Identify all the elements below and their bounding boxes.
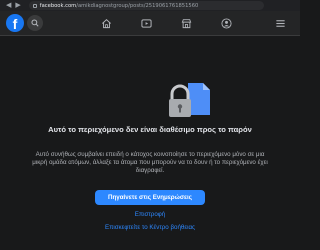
menu-icon xyxy=(275,20,285,27)
help-center-link[interactable]: Επισκεφτείτε το Κέντρο βοήθειας xyxy=(70,224,230,231)
home-icon xyxy=(101,18,111,29)
address-bar[interactable]: facebook.com/amikdiagnostgroup/posts/251… xyxy=(28,1,264,10)
back-arrow-icon[interactable]: ◀ xyxy=(6,0,11,11)
forward-arrow-icon[interactable]: ▶ xyxy=(15,0,20,11)
main-nav-tabs xyxy=(86,11,246,36)
go-back-link[interactable]: Επιστροφή xyxy=(100,211,200,218)
tab-marketplace[interactable] xyxy=(166,11,206,36)
url-path: /amikdiagnostgroup/posts/251906176185156… xyxy=(76,2,199,9)
go-to-news-feed-button[interactable]: Πηγαίνετε στις Ενημερώσεις xyxy=(95,190,205,205)
tab-home[interactable] xyxy=(86,11,126,36)
error-description: Αυτό συνήθως συμβαίνει επειδή ο κάτοχος … xyxy=(32,151,268,175)
facebook-logo[interactable]: f xyxy=(6,14,24,32)
browser-toolbar: ◀ ▶ facebook.com/amikdiagnostgroup/posts… xyxy=(0,0,300,11)
search-button[interactable] xyxy=(27,15,43,31)
tab-groups[interactable] xyxy=(206,11,246,36)
video-icon xyxy=(140,19,152,28)
groups-icon xyxy=(220,18,232,29)
menu-button[interactable] xyxy=(268,11,292,36)
browser-nav: ◀ ▶ xyxy=(0,0,21,11)
secure-lock-icon xyxy=(32,3,37,8)
facebook-header: f xyxy=(0,11,300,36)
padlock-icon xyxy=(169,84,191,117)
error-headline: Αυτό το περιεχόμενο δεν είναι διαθέσιμο … xyxy=(48,125,252,134)
document-icon xyxy=(188,83,210,115)
tab-watch[interactable] xyxy=(126,11,166,36)
url-host: facebook.com xyxy=(39,2,77,9)
locked-content-illustration xyxy=(169,83,210,117)
search-icon xyxy=(31,19,39,27)
logo-letter: f xyxy=(12,16,18,32)
marketplace-icon xyxy=(181,19,191,29)
